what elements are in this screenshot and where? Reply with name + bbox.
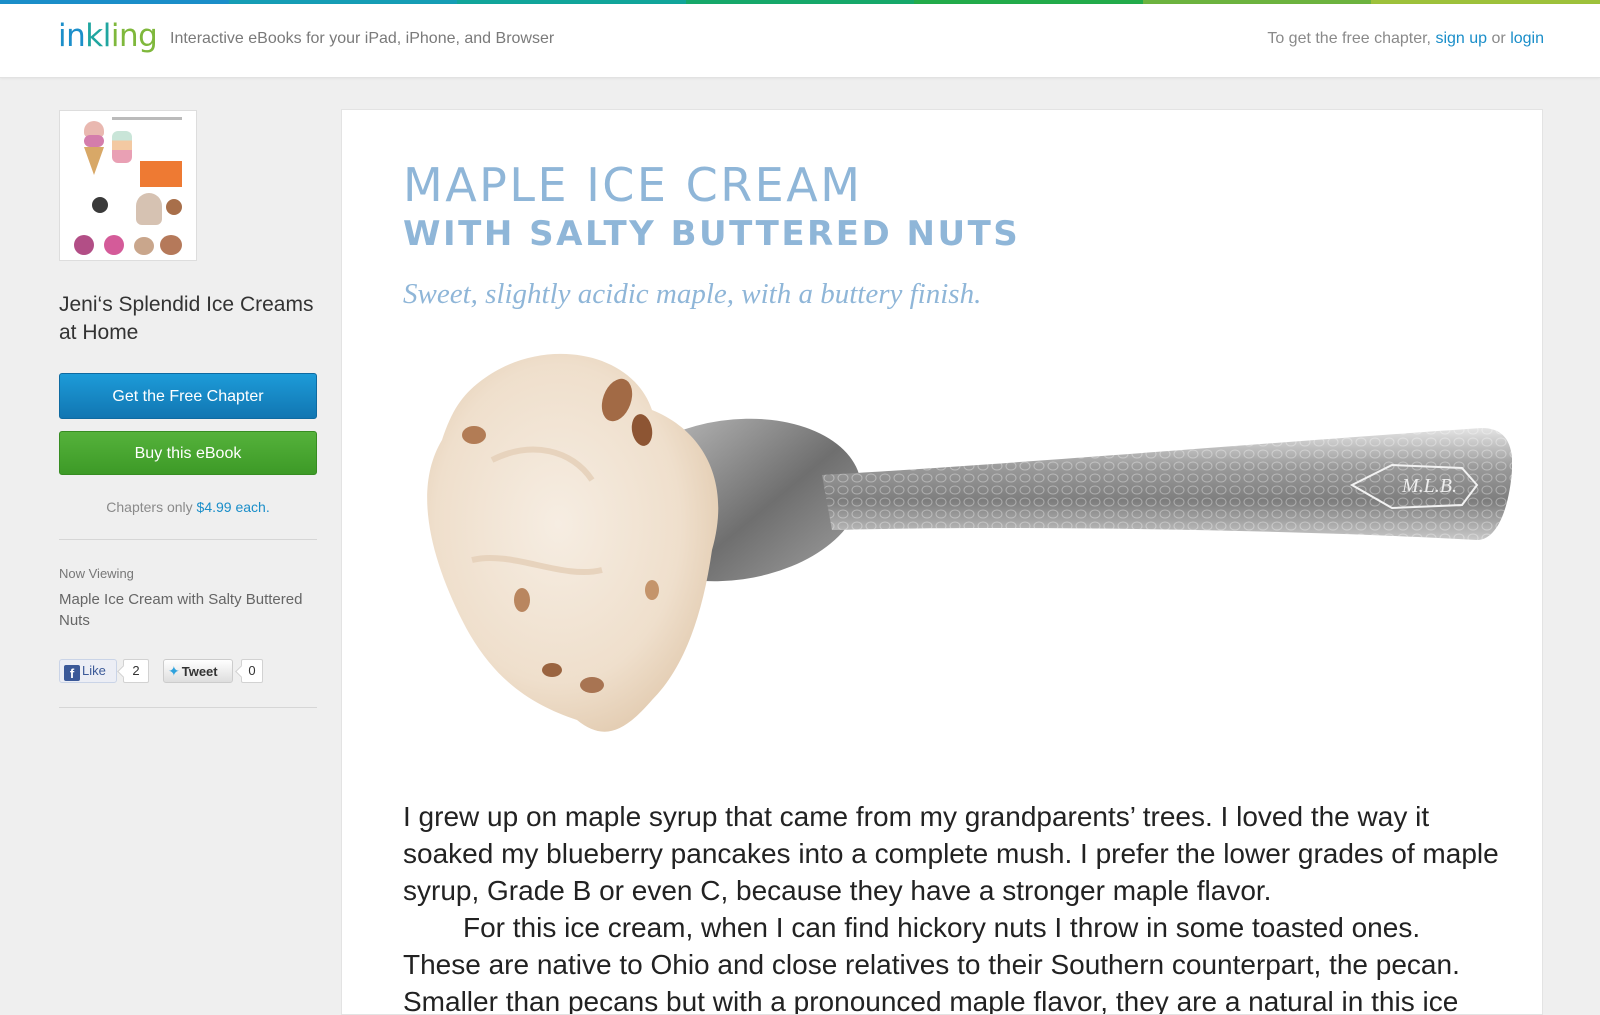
book-cover-image[interactable] bbox=[59, 110, 197, 261]
site-tagline: Interactive eBooks for your iPad, iPhone… bbox=[170, 30, 555, 47]
facebook-like-button[interactable]: f Like bbox=[59, 659, 117, 683]
login-link[interactable]: login bbox=[1510, 30, 1544, 47]
or-text: or bbox=[1491, 30, 1506, 47]
logo-part-2: kl bbox=[85, 18, 111, 54]
tweet-label: Tweet bbox=[181, 664, 218, 679]
buy-ebook-button[interactable]: Buy this eBook bbox=[59, 431, 317, 475]
sidebar: Jeni‘s Splendid Ice Creams at Home Get t… bbox=[59, 110, 317, 708]
top-bar: inkling Interactive eBooks for your iPad… bbox=[0, 4, 1600, 78]
facebook-icon: f bbox=[64, 665, 80, 681]
ice-cream-spoon-photo: M.L.B. bbox=[427, 353, 1512, 732]
social-buttons: f Like 2 ✦ Tweet 0 bbox=[59, 659, 317, 683]
tweet-count: 0 bbox=[241, 659, 263, 683]
tweet-button[interactable]: ✦ Tweet bbox=[163, 659, 233, 683]
recipe-subtitle: WITH SALTY BUTTERED NUTS bbox=[403, 214, 1021, 254]
twitter-bird-icon: ✦ bbox=[168, 663, 180, 679]
sign-up-link[interactable]: sign up bbox=[1435, 30, 1487, 47]
logo-part-1: in bbox=[58, 18, 86, 54]
now-viewing-chapter: Maple Ice Cream with Salty Buttered Nuts bbox=[59, 591, 303, 629]
get-free-chapter-button[interactable]: Get the Free Chapter bbox=[59, 373, 317, 419]
sidebar-divider-bottom bbox=[59, 707, 317, 708]
svg-text:M.L.B.: M.L.B. bbox=[1401, 475, 1457, 497]
book-title: Jeni‘s Splendid Ice Creams at Home bbox=[59, 293, 314, 344]
recipe-paragraph: For this ice cream, when I can find hick… bbox=[403, 912, 1460, 1015]
sidebar-divider bbox=[59, 539, 317, 540]
recipe-paragraph: I grew up on maple syrup that came from … bbox=[403, 801, 1499, 906]
chapter-price-note: Chapters only $4.99 each. bbox=[59, 499, 317, 515]
inkling-logo[interactable]: inkling bbox=[58, 18, 158, 54]
now-viewing-label: Now Viewing bbox=[59, 566, 134, 581]
recipe-title: MAPLE ICE CREAM bbox=[403, 158, 863, 212]
account-prompt: To get the free chapter, sign up or logi… bbox=[1267, 30, 1544, 48]
price-prefix: Chapters only bbox=[106, 499, 193, 515]
recipe-body: I grew up on maple syrup that came from … bbox=[403, 798, 1503, 1015]
like-label: Like bbox=[82, 663, 106, 678]
free-chapter-prompt: To get the free chapter, bbox=[1267, 30, 1431, 47]
recipe-content: MAPLE ICE CREAM WITH SALTY BUTTERED NUTS… bbox=[341, 109, 1543, 1015]
chapter-price: $4.99 each. bbox=[196, 499, 270, 515]
logo-part-3: ing bbox=[110, 18, 158, 54]
like-count: 2 bbox=[123, 659, 149, 683]
recipe-tagline: Sweet, slightly acidic maple, with a but… bbox=[403, 278, 982, 310]
